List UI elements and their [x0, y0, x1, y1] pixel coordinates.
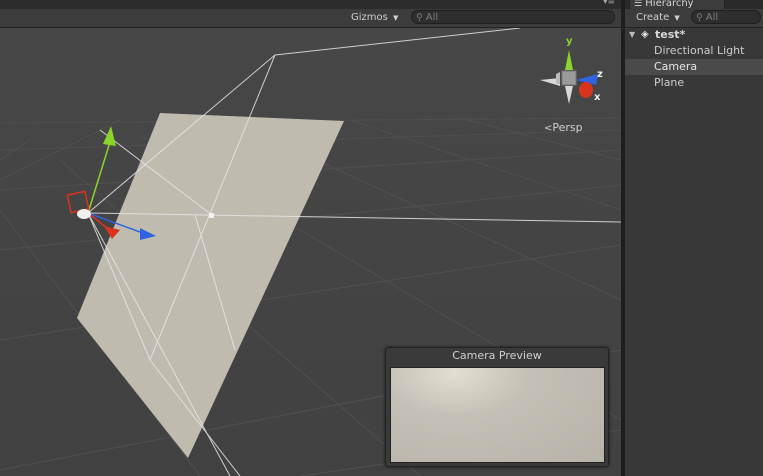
scene-view[interactable]: ▾≡ Gizmos ▼ ⚲ All y z x <Persp Camera Pr…	[0, 0, 621, 476]
panel-menu-icon[interactable]: ▾≡	[603, 0, 615, 7]
gizmo-center-cube[interactable]	[561, 70, 577, 86]
hierarchy-search-input[interactable]: ⚲ All	[691, 10, 761, 24]
hierarchy-item-label: Directional Light	[654, 44, 745, 57]
scene-name: test*	[655, 28, 686, 41]
unity-scene-icon: ◈	[641, 29, 649, 40]
gizmo-z-label: z	[597, 69, 603, 80]
tab-hierarchy[interactable]: ☰ Hierarchy	[629, 0, 725, 9]
camera-icon	[77, 209, 91, 219]
create-dropdown[interactable]: Create ▼	[633, 10, 683, 25]
search-icon: ⚲	[416, 13, 423, 23]
hierarchy-icon: ☰	[634, 0, 643, 9]
hierarchy-item-label: Plane	[654, 76, 685, 89]
scene-toolbar: Gizmos ▼ ⚲ All	[0, 9, 621, 28]
hierarchy-tab-bar: ☰ Hierarchy	[625, 0, 763, 9]
hierarchy-panel: ☰ Hierarchy Create ▼ ⚲ All ▼ ◈ test* Dir…	[625, 0, 763, 476]
chevron-down-icon: ▼	[393, 14, 399, 22]
chevron-down-icon: ▼	[674, 14, 680, 22]
camera-preview-view	[390, 367, 605, 463]
projection-label: Persp	[552, 121, 583, 134]
gizmos-dropdown[interactable]: Gizmos ▼	[348, 10, 401, 25]
frustum-handle[interactable]	[209, 213, 214, 218]
create-label: Create	[636, 12, 670, 23]
scene-search-placeholder: All	[425, 12, 439, 23]
gizmos-label: Gizmos	[351, 12, 388, 23]
scene-search-input[interactable]: ⚲ All	[411, 10, 615, 24]
hierarchy-tab-label: Hierarchy	[645, 0, 694, 9]
hierarchy-item-camera[interactable]: Camera	[625, 59, 763, 75]
gizmo-y-label: y	[566, 36, 573, 47]
search-icon: ⚲	[696, 13, 703, 23]
hierarchy-toolbar: Create ▼ ⚲ All	[625, 9, 763, 28]
camera-preview-title: Camera Preview	[452, 349, 542, 362]
hierarchy-search-placeholder: All	[705, 12, 719, 23]
foldout-arrow-icon[interactable]: ▼	[629, 27, 635, 43]
hierarchy-item-plane[interactable]: Plane	[625, 75, 763, 91]
hierarchy-item-directional-light[interactable]: Directional Light	[625, 43, 763, 59]
gizmo-x-label: x	[594, 92, 601, 103]
scene-tab-strip: ▾≡	[0, 0, 621, 9]
scene-root-row[interactable]: ▼ ◈ test*	[625, 27, 763, 43]
gizmo-x-cone[interactable]	[579, 82, 593, 98]
hierarchy-item-label: Camera	[654, 60, 698, 73]
projection-toggle[interactable]: <Persp	[544, 121, 583, 134]
camera-preview-panel: Camera Preview	[385, 347, 609, 467]
